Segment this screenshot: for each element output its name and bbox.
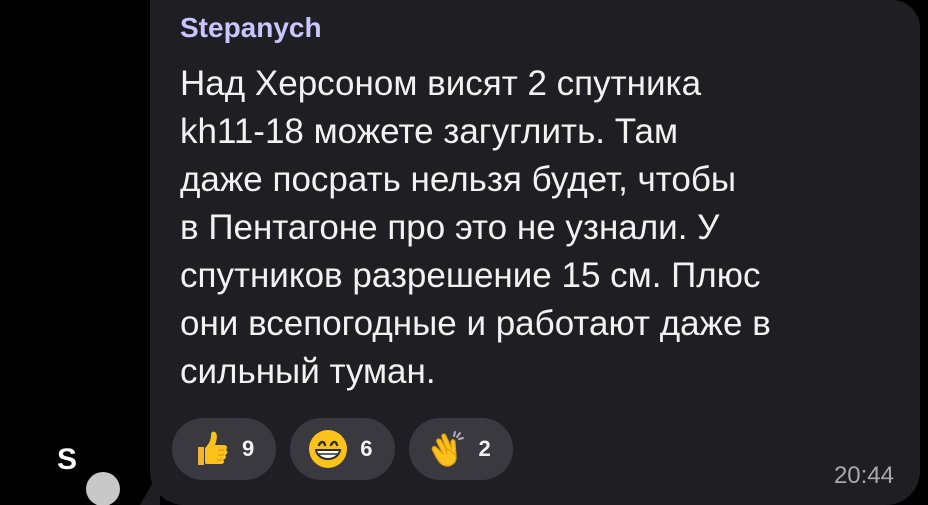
- grinning-face-icon: [309, 430, 348, 468]
- online-status-dot: [86, 472, 120, 505]
- reaction-clapping-hands[interactable]: 2: [408, 418, 513, 480]
- message-line: они всепогодные и работают даже в: [180, 304, 771, 343]
- message-line: спутников разрешение 15 см. Плюс: [180, 256, 761, 295]
- reaction-thumbs-up[interactable]: 9: [172, 418, 277, 480]
- reaction-grinning-face[interactable]: 6: [290, 418, 395, 480]
- message-text: Над Херсоном висят 2 спутника kh11-18 мо…: [180, 60, 900, 396]
- message-line: в Пентагоне про это не узнали. У: [180, 208, 720, 247]
- reaction-count: 6: [360, 436, 373, 461]
- reaction-count: 2: [478, 436, 491, 461]
- chat-screen: S Stepanych Над Херсоном висят 2 спутник…: [0, 0, 928, 505]
- message-line: даже посрать нельзя будет, чтобы: [180, 160, 737, 199]
- avatar-initial: S: [56, 443, 77, 476]
- message-line: Над Херсоном висят 2 спутника: [180, 64, 702, 103]
- sender-name[interactable]: Stepanych: [180, 12, 322, 44]
- message-timestamp: 20:44: [833, 462, 894, 489]
- message-line: kh11-18 можете загуглить. Там: [180, 112, 679, 151]
- clapping-hands-icon: [431, 431, 464, 467]
- reactions-bar: 9 6 2: [172, 418, 513, 480]
- thumbs-up-icon: [198, 431, 228, 465]
- reaction-count: 9: [242, 436, 255, 461]
- message-line: сильный туман.: [180, 352, 436, 391]
- avatar-container[interactable]: S: [22, 420, 120, 505]
